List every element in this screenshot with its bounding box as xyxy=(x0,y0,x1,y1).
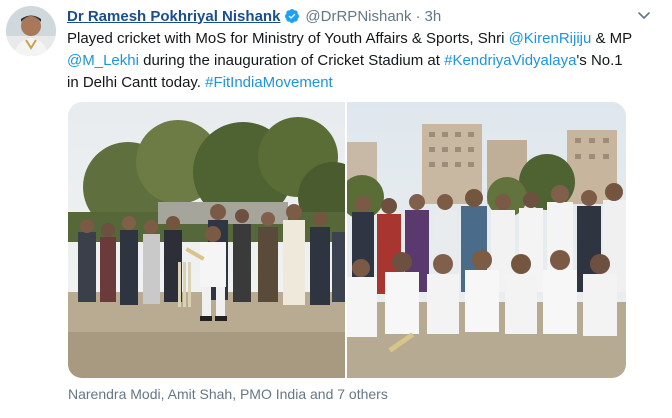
photo-group[interactable] xyxy=(347,102,626,378)
hashtag-link[interactable]: #KendriyaVidyalaya xyxy=(444,52,576,69)
tagged-users[interactable]: Narendra Modi, Amit Shah, PMO India and … xyxy=(68,386,388,402)
mention-link[interactable]: @M_Lekhi xyxy=(67,52,139,69)
media-grid xyxy=(68,102,626,378)
mention-link[interactable]: @KirenRijiju xyxy=(509,30,592,47)
tweet-text-part: Played cricket with MoS for Ministry of … xyxy=(67,30,509,47)
chevron-down-icon[interactable] xyxy=(636,7,652,23)
separator-dot: · xyxy=(415,7,421,25)
avatar[interactable] xyxy=(6,6,56,56)
tweet-text: Played cricket with MoS for Ministry of … xyxy=(67,28,637,94)
tweet-header: Dr Ramesh Pokhriyal Nishank @DrRPNishank… xyxy=(67,6,441,26)
timestamp[interactable]: 3h xyxy=(425,8,442,25)
tweet-card[interactable]: Dr Ramesh Pokhriyal Nishank @DrRPNishank… xyxy=(0,0,672,418)
hashtag-link[interactable]: #FitIndiaMovement xyxy=(205,74,333,91)
tweet-text-part: & MP xyxy=(591,30,632,47)
photo-cricket-batting[interactable] xyxy=(68,102,345,378)
verified-badge-icon xyxy=(285,9,300,23)
tweet-text-part: during the inauguration of Cricket Stadi… xyxy=(138,52,445,69)
display-name[interactable]: Dr Ramesh Pokhriyal Nishank xyxy=(67,8,280,25)
user-handle[interactable]: @DrRPNishank xyxy=(305,8,411,25)
